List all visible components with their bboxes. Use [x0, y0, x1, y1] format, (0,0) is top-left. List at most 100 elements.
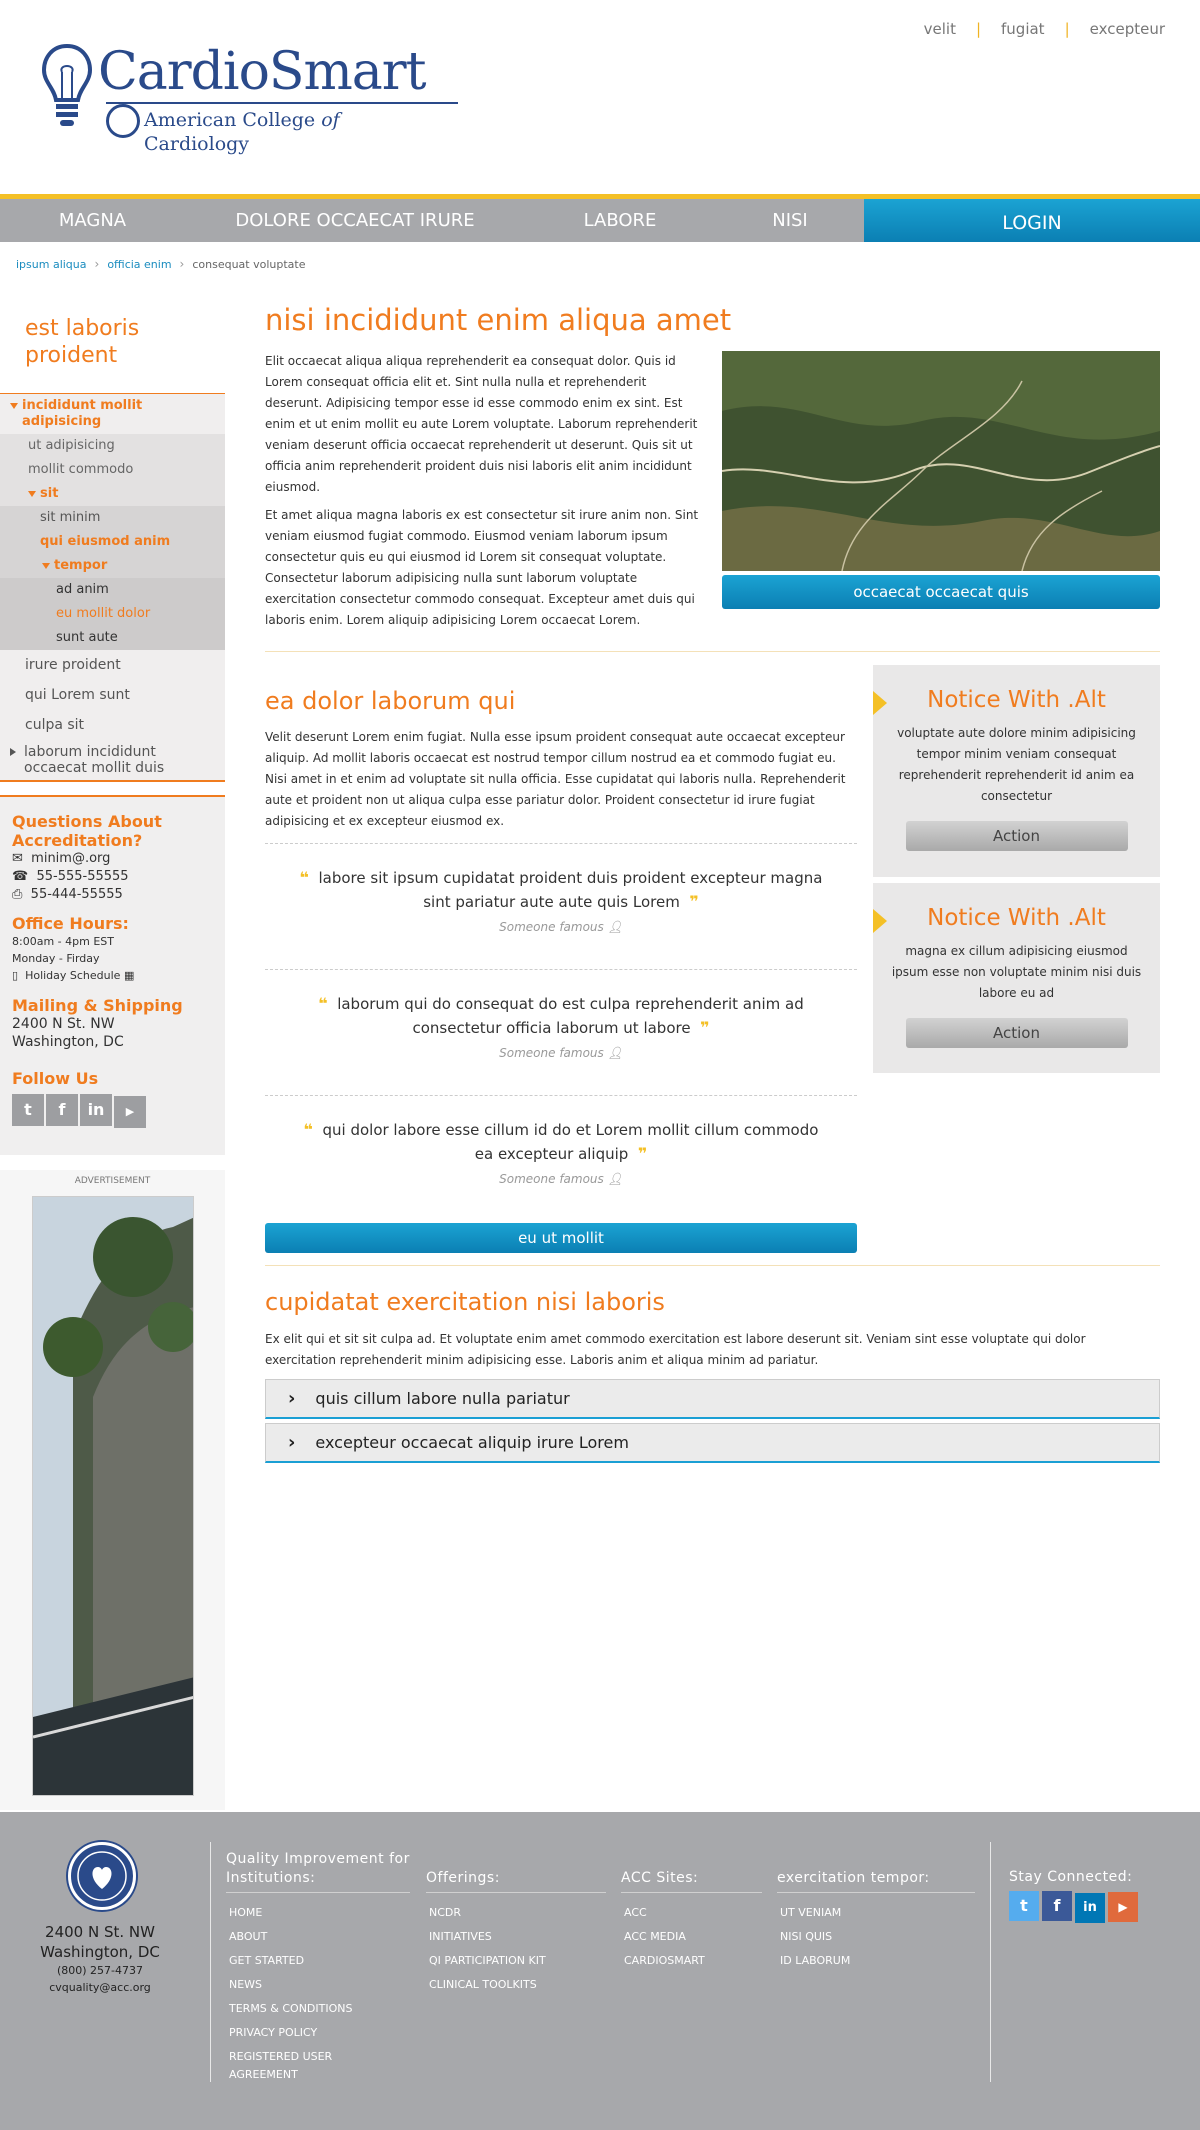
sidebar-item[interactable]: sit minim	[0, 506, 225, 530]
logo-rule	[106, 102, 458, 104]
linkedin-icon[interactable]: in	[80, 1094, 112, 1126]
youtube-icon[interactable]: ▶	[1108, 1892, 1138, 1922]
days-text: Monday - Firday	[12, 952, 100, 965]
hero-button[interactable]: occaecat occaecat quis	[722, 575, 1160, 609]
footer-col-exercitation: exercitation tempor: UT VENIAM NISI QUIS…	[777, 1869, 975, 1973]
linkedin-icon[interactable]: in	[1075, 1893, 1105, 1923]
quote: ❝ labore sit ipsum cupidatat proident du…	[265, 843, 857, 969]
ad-image[interactable]	[32, 1196, 194, 1796]
sidebar-item[interactable]: ut adipisicing	[0, 434, 225, 458]
footer-link[interactable]: ACC	[621, 1901, 762, 1925]
utility-link-velit[interactable]: velit	[914, 20, 966, 38]
sidebar-item[interactable]: qui Lorem sunt	[0, 680, 225, 710]
breadcrumb-current: consequat voluptate	[192, 258, 306, 271]
footer-address-1: 2400 N St. NW	[45, 1923, 155, 1941]
twitter-icon[interactable]: t	[12, 1094, 44, 1126]
footer-link[interactable]: QI PARTICIPATION KIT	[426, 1949, 606, 1973]
caret-right-icon	[10, 748, 16, 756]
logo-subtitle: American College of Cardiology	[144, 109, 340, 155]
nav-item-dolore[interactable]: DOLORE OCCAECAT IRURE	[225, 199, 485, 242]
footer-link[interactable]: NISI QUIS	[777, 1925, 975, 1949]
facebook-icon[interactable]: f	[46, 1094, 78, 1126]
address-line-1: 2400 N St. NW	[12, 1016, 115, 1032]
notice-action-button[interactable]: Action	[905, 1018, 1128, 1048]
footer-link[interactable]: INITIATIVES	[426, 1925, 606, 1949]
footer-link[interactable]: HOME	[226, 1901, 410, 1925]
quotes-button[interactable]: eu ut mollit	[265, 1223, 857, 1253]
sidebar-item[interactable]: sit	[0, 482, 225, 506]
sidebar-item[interactable]: irure proident	[0, 650, 225, 680]
footer-link[interactable]: ACC MEDIA	[621, 1925, 762, 1949]
facebook-icon[interactable]: f	[1042, 1891, 1072, 1921]
ad-label: ADVERTISEMENT	[74, 1176, 151, 1186]
quote-open-icon: ❝	[303, 1120, 313, 1139]
section3-title: cupidatat exercitation nisi laboris	[265, 1288, 665, 1316]
sidebar-item[interactable]: tempor	[0, 554, 225, 578]
footer-link[interactable]: ABOUT	[226, 1925, 410, 1949]
road-cliff-illustration	[33, 1197, 193, 1795]
footer-link[interactable]: NCDR	[426, 1901, 606, 1925]
footer-link[interactable]: NEWS	[226, 1973, 410, 1997]
youtube-icon[interactable]: ▶	[114, 1096, 146, 1128]
footer-link[interactable]: UT VENIAM	[777, 1901, 975, 1925]
sidebar-item[interactable]: qui eiusmod anim	[0, 530, 225, 554]
nav-item-nisi[interactable]: NISI	[745, 199, 835, 242]
intro-text: Elit occaecat aliqua aliqua reprehenderi…	[265, 351, 700, 638]
page-title: nisi incididunt enim aliqua amet	[265, 303, 732, 337]
section3-body: Ex elit qui et sit sit culpa ad. Et volu…	[265, 1332, 1086, 1367]
quote-close-icon: ❞	[637, 1144, 648, 1163]
email-line[interactable]: ✉ minim@.org	[12, 850, 213, 868]
quote-open-icon: ❝	[299, 868, 309, 887]
notice-flag-icon	[873, 691, 887, 715]
utility-link-excepteur[interactable]: excepteur	[1080, 20, 1175, 38]
acc-seal-logo[interactable]	[68, 1842, 136, 1910]
address-line-2: Washington, DC	[12, 1034, 124, 1050]
footer-email[interactable]: cvquality@acc.org	[20, 1979, 180, 1996]
quote-text: ❝ qui dolor labore esse cillum id do et …	[303, 1120, 819, 1163]
sidebar-item[interactable]: laborum incididunt occaecat mollit duis	[0, 740, 225, 782]
sidebar-item[interactable]: ad anim	[0, 578, 225, 602]
accordion-item[interactable]: › quis cillum labore nulla pariatur	[265, 1379, 1160, 1419]
login-button[interactable]: LOGIN	[864, 194, 1200, 242]
sidebar-item[interactable]: incididunt mollit adipisicing	[0, 394, 225, 434]
footer-col-title: Quality Improvement for Institutions:	[226, 1850, 410, 1893]
nav-item-labore[interactable]: LABORE	[560, 199, 680, 242]
sidebar-item[interactable]: mollit commodo	[0, 458, 225, 482]
user-icon: 👤︎	[607, 1172, 623, 1186]
aerial-landscape-illustration	[722, 351, 1160, 571]
caret-down-icon	[28, 490, 36, 497]
sidebar-item[interactable]: culpa sit	[0, 710, 225, 740]
sidebar-item[interactable]: sunt aute	[0, 626, 225, 650]
footer-link[interactable]: TERMS & CONDITIONS	[226, 1997, 410, 2021]
footer-divider	[210, 1842, 211, 2082]
breadcrumb-link[interactable]: ipsum aliqua	[16, 258, 87, 271]
notice-text: magna ex cillum adipisicing eiusmod ipsu…	[891, 944, 1142, 1000]
cardiosmart-logo[interactable]: CardioSmart American College of Cardiolo…	[40, 42, 458, 155]
holiday-link[interactable]: ▯ Holiday Schedule ▦	[12, 967, 213, 984]
footer-link[interactable]: GET STARTED	[226, 1949, 410, 1973]
utility-link-fugiat[interactable]: fugiat	[991, 20, 1055, 38]
footer-link[interactable]: PRIVACY POLICY	[226, 2021, 410, 2045]
quote-text: ❝ laborum qui do consequat do est culpa …	[318, 994, 804, 1037]
accordion-item[interactable]: › excepteur occaecat aliquip irure Lorem	[265, 1423, 1160, 1463]
footer-col-title: exercitation tempor:	[777, 1869, 975, 1893]
notice-action-button[interactable]: Action	[905, 821, 1128, 851]
footer-link[interactable]: CLINICAL TOOLKITS	[426, 1973, 606, 1997]
section-divider	[265, 651, 1160, 652]
footer-link[interactable]: REGISTERED USER AGREEMENT	[226, 2045, 356, 2084]
footer-link[interactable]: ID LABORUM	[777, 1949, 975, 1973]
notice-title: Notice With .Alt	[927, 687, 1106, 713]
breadcrumb-link[interactable]: officia enim	[107, 258, 171, 271]
calendar-icon: ▦	[123, 969, 135, 982]
questions-title: Questions About Accreditation?	[12, 812, 162, 850]
follow-title: Follow Us	[12, 1069, 99, 1088]
hours-title: Office Hours:	[12, 914, 129, 933]
quote-author: Someone famous 👤︎	[499, 1046, 623, 1060]
utility-nav: velit | fugiat | excepteur	[914, 20, 1175, 38]
sidebar-item[interactable]: eu mollit dolor	[0, 602, 225, 626]
footer-link[interactable]: CARDIOSMART	[621, 1949, 762, 1973]
nav-item-magna[interactable]: MAGNA	[25, 199, 160, 242]
twitter-icon[interactable]: t	[1009, 1891, 1039, 1921]
fax-icon: ⎙	[12, 887, 23, 902]
footer-phone: (800) 257-4737	[56, 1964, 144, 1977]
